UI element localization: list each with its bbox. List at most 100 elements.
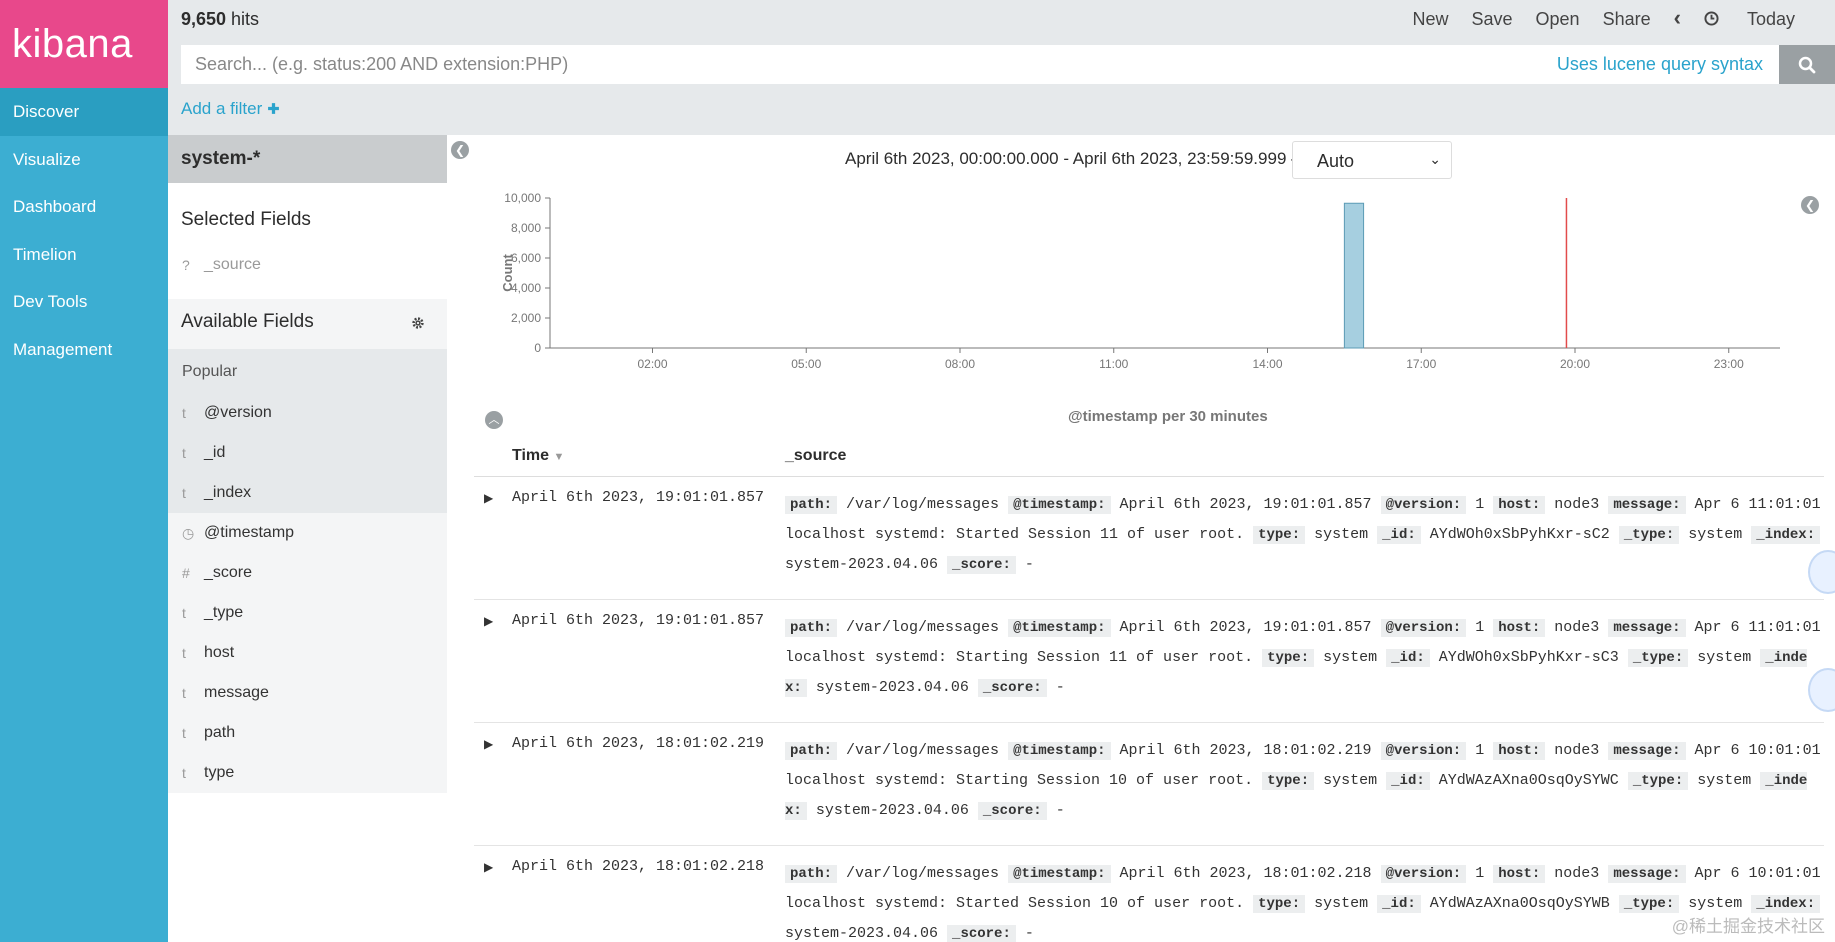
new-button[interactable]: New [1412, 9, 1448, 30]
expand-row-icon[interactable]: ▶ [484, 860, 493, 874]
popular-fields: Popular t @version t _id t _index [168, 349, 447, 513]
source-value: node3 [1554, 742, 1600, 759]
field-item-path[interactable]: t path [168, 713, 447, 753]
y-tick-label: 10,000 [504, 191, 541, 205]
collapse-sidebar-icon[interactable]: ❮ [451, 141, 469, 159]
field-name: _score [204, 564, 253, 581]
row-time: April 6th 2023, 18:01:02.218 [512, 858, 765, 875]
field-item-score[interactable]: # _score [168, 553, 447, 593]
other-fields: ◷ @timestamp # _score t _type t host t messag… [168, 513, 447, 793]
source-value: - [1055, 679, 1065, 696]
source-key: host: [1493, 865, 1546, 883]
field-item-source[interactable]: ? _source [168, 245, 447, 285]
y-tick-label: 4,000 [511, 281, 541, 295]
expand-row-icon[interactable]: ▶ [484, 491, 493, 505]
source-key: _index: [1751, 895, 1821, 913]
source-key: @version: [1380, 619, 1467, 637]
sort-down-icon[interactable]: ▼ [554, 451, 565, 463]
gear-icon[interactable] [411, 316, 425, 330]
field-item-index[interactable]: t _index [168, 473, 447, 513]
histogram-bar [1343, 202, 1365, 349]
field-name: message [204, 684, 269, 701]
chevron-down-icon: ⌄ [1429, 151, 1441, 167]
nav-item-visualize[interactable]: Visualize [0, 136, 168, 184]
source-key: _type: [1618, 895, 1680, 913]
expand-row-icon[interactable]: ▶ [484, 614, 493, 628]
expand-row-icon[interactable]: ▶ [484, 737, 493, 751]
source-key: @timestamp: [1008, 496, 1111, 514]
nav-item-management[interactable]: Management [0, 326, 168, 374]
field-item-message[interactable]: t message [168, 673, 447, 713]
source-value: system [1314, 895, 1369, 912]
collapse-chart-icon[interactable]: ❮ [1801, 196, 1819, 214]
add-filter-link[interactable]: Add a filter [181, 99, 280, 119]
x-tick-label: 11:00 [1099, 357, 1128, 371]
y-tick-label: 2,000 [511, 311, 541, 325]
source-key: type: [1262, 772, 1315, 790]
histogram-chart: 0 2,000 4,000 6,000 8,000 10,000 02:00 05:00 08:… [500, 191, 1780, 371]
source-key: message: [1608, 865, 1686, 883]
time-range-label: April 6th 2023, 00:00:00.000 - April 6th… [845, 149, 1309, 168]
search-button[interactable] [1779, 45, 1835, 84]
column-header-time[interactable]: Time ▼ [512, 447, 564, 465]
x-tick-label: 23:00 [1714, 357, 1744, 371]
field-item-host[interactable]: t host [168, 633, 447, 673]
search-input[interactable] [181, 45, 1779, 84]
field-item-type-meta[interactable]: t _type [168, 593, 447, 633]
source-value: system-2023.04.06 [785, 925, 939, 942]
table-row[interactable]: ▶ April 6th 2023, 19:01:01.857 path: /var/… [474, 477, 1824, 600]
field-name: path [204, 724, 236, 741]
source-key: host: [1493, 619, 1546, 637]
lucene-syntax-link[interactable]: Uses lucene query syntax [1557, 54, 1763, 75]
source-value: AYdWAzAXna0OsqOySYWC [1438, 772, 1619, 789]
y-tick-label: 6,000 [511, 251, 541, 265]
table-row[interactable]: ▶ April 6th 2023, 19:01:01.857 path: /var/… [474, 600, 1824, 723]
source-key: _score: [977, 679, 1047, 697]
source-key: @version: [1380, 496, 1467, 514]
open-button[interactable]: Open [1536, 9, 1580, 30]
source-key: path: [785, 865, 838, 883]
source-value: system-2023.04.06 [815, 802, 969, 819]
field-item-timestamp[interactable]: ◷ @timestamp [168, 513, 447, 553]
chevron-up-icon[interactable]: ︿ [485, 411, 503, 429]
kibana-logo[interactable]: kibana [0, 0, 168, 88]
field-name: @timestamp [204, 524, 295, 541]
save-button[interactable]: Save [1471, 9, 1512, 30]
table-row[interactable]: ▶ April 6th 2023, 18:01:02.218 path: /var/… [474, 846, 1824, 942]
field-type-string-icon: t [182, 725, 186, 741]
field-item-id[interactable]: t _id [168, 433, 447, 473]
nav-item-discover[interactable]: Discover [0, 88, 168, 136]
add-filter-label: Add a filter [181, 99, 263, 118]
row-source: path: /var/log/messages @timestamp: Apri… [785, 490, 1823, 580]
chevron-left-icon[interactable]: ‹ [1674, 7, 1681, 30]
field-item-type[interactable]: t type [168, 753, 447, 793]
source-key: _type: [1627, 649, 1689, 667]
source-value: AYdWAzAXna0OsqOySYWB [1429, 895, 1610, 912]
source-value: 1 [1475, 496, 1485, 513]
y-axis-title: Count [500, 254, 515, 292]
index-pattern-title[interactable]: system-* [168, 135, 447, 183]
field-type-string-icon: t [182, 765, 186, 781]
table-row[interactable]: ▶ April 6th 2023, 18:01:02.219 path: /var/… [474, 723, 1824, 846]
nav-item-timelion[interactable]: Timelion [0, 231, 168, 279]
x-tick-label: 08:00 [945, 357, 975, 371]
field-name: _id [204, 444, 226, 461]
nav-item-dashboard[interactable]: Dashboard [0, 183, 168, 231]
field-type-string-icon: t [182, 405, 186, 421]
source-value: system-2023.04.06 [785, 556, 939, 573]
source-key: path: [785, 742, 838, 760]
search-bar: Uses lucene query syntax [181, 45, 1835, 84]
document-table: Time ▼ _source ▶ April 6th 2023, 19:01:01… [474, 440, 1824, 942]
source-value: system [1314, 526, 1369, 543]
nav-item-dev-tools[interactable]: Dev Tools [0, 278, 168, 326]
field-name: @version [204, 404, 272, 421]
source-value: AYdWOh0xSbPyhKxr-sC3 [1438, 649, 1619, 666]
time-picker-button[interactable]: Today [1704, 9, 1795, 30]
share-button[interactable]: Share [1603, 9, 1651, 30]
interval-select[interactable]: Auto ⌄ [1292, 141, 1452, 179]
table-header: Time ▼ _source [474, 440, 1824, 477]
field-type-string-icon: t [182, 445, 186, 461]
field-item-version[interactable]: t @version [168, 393, 447, 433]
field-type-number-icon: # [182, 565, 190, 581]
row-source: path: /var/log/messages @timestamp: Apri… [785, 859, 1823, 942]
